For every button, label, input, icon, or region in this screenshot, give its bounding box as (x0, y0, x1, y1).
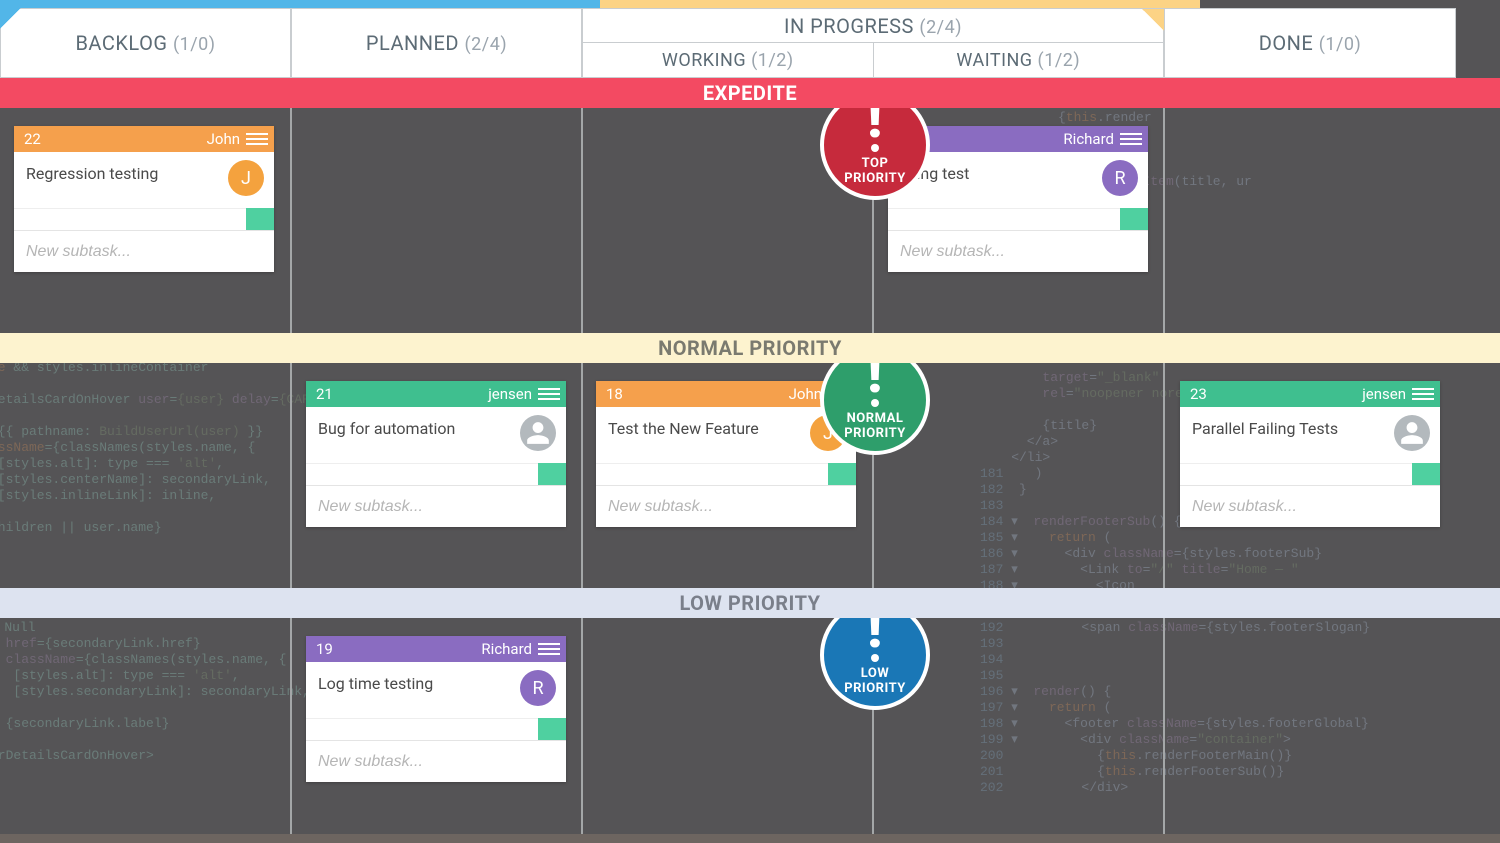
status-chip[interactable] (1120, 208, 1148, 230)
card-header[interactable]: 19 Richard (306, 636, 566, 662)
column-count: (1/2) (1038, 50, 1081, 71)
card-subtask[interactable] (14, 230, 274, 272)
column-working[interactable]: WORKING (1/2) (583, 43, 873, 77)
new-subtask-input[interactable] (14, 243, 274, 261)
card-subtask[interactable] (306, 485, 566, 527)
card-title: Bug for automation (318, 419, 455, 438)
swimlane-low: ! LOW PRIORITY 19 Richard Log time testi… (0, 618, 1500, 843)
card-19[interactable]: 19 Richard Log time testing R (306, 636, 566, 782)
card-assignee: John (207, 130, 240, 148)
card-body[interactable]: Parallel Failing Tests (1180, 407, 1440, 463)
card-title: Log time testing (318, 674, 433, 693)
card-footer (888, 208, 1148, 230)
card-subtask[interactable] (306, 740, 566, 782)
swimlane-low-label[interactable]: LOW PRIORITY (0, 588, 1500, 618)
new-subtask-input[interactable] (888, 243, 1148, 261)
new-subtask-input[interactable] (596, 498, 856, 516)
column-waiting[interactable]: WAITING (1/2) (873, 43, 1164, 77)
fold-icon (0, 8, 21, 30)
status-chip[interactable] (538, 463, 566, 485)
avatar[interactable]: R (520, 670, 556, 706)
status-chip[interactable] (1412, 463, 1440, 485)
card-id: 19 (316, 640, 333, 658)
hamburger-icon[interactable] (538, 639, 560, 659)
card-body[interactable]: Bug for automation (306, 407, 566, 463)
card-id: 21 (316, 385, 333, 403)
card-assignee: John (789, 385, 822, 403)
new-subtask-input[interactable] (306, 753, 566, 771)
card-header[interactable]: 18 John (596, 381, 856, 407)
column-label: IN PROGRESS (784, 14, 914, 38)
status-chip[interactable] (538, 718, 566, 740)
dot-icon (871, 399, 879, 407)
dot-icon (871, 144, 879, 152)
card-footer (306, 718, 566, 740)
hamburger-icon[interactable] (538, 384, 560, 404)
swimlane-expedite: ! TOP PRIORITY 22 John Regression testin… (0, 108, 1500, 333)
column-inprogress-group[interactable]: IN PROGRESS (2/4) WORKING (1/2) WAITING … (582, 8, 1164, 78)
column-label: WAITING (956, 50, 1032, 71)
card-18[interactable]: 18 John Test the New Feature J (596, 381, 856, 527)
card-assignee: jensen (488, 385, 532, 403)
avatar[interactable]: J (228, 160, 264, 196)
card-subtask[interactable] (596, 485, 856, 527)
swimlane-expedite-label[interactable]: EXPEDITE (0, 78, 1500, 108)
column-backlog[interactable]: BACKLOG (1/0) (0, 8, 291, 78)
column-label: BACKLOG (75, 31, 167, 55)
column-count: (1/0) (173, 34, 216, 55)
avatar[interactable] (520, 415, 556, 451)
card-23[interactable]: 23 jensen Parallel Failing Tests (1180, 381, 1440, 527)
card-id: 22 (24, 130, 41, 148)
status-chip[interactable] (246, 208, 274, 230)
card-assignee: Richard (1063, 130, 1114, 148)
card-assignee: Richard (481, 640, 532, 658)
card-header[interactable]: 21 jensen (306, 381, 566, 407)
column-label: DONE (1259, 31, 1314, 55)
card-footer (596, 463, 856, 485)
column-count: (1/0) (1319, 34, 1362, 55)
column-count: (1/2) (751, 50, 794, 71)
status-chip[interactable] (828, 463, 856, 485)
column-label: WORKING (662, 50, 746, 71)
avatar[interactable]: R (1102, 160, 1138, 196)
swimlane-normal: ! NORMAL PRIORITY 21 jensen Bug for auto… (0, 363, 1500, 588)
card-body[interactable]: Regression testing J (14, 152, 274, 208)
swimlane-normal-label[interactable]: NORMAL PRIORITY (0, 333, 1500, 363)
new-subtask-input[interactable] (1180, 498, 1440, 516)
card-title: Regression testing (26, 164, 158, 183)
card-id: 23 (1190, 385, 1207, 403)
column-done[interactable]: DONE (1/0) (1164, 8, 1456, 78)
column-planned[interactable]: PLANNED (2/4) (291, 8, 582, 78)
column-label: PLANNED (366, 31, 459, 55)
card-body[interactable]: Test the New Feature J (596, 407, 856, 463)
column-count: (2/4) (919, 17, 962, 38)
dot-icon (871, 654, 879, 662)
card-21[interactable]: 21 jensen Bug for automation (306, 381, 566, 527)
card-footer (1180, 463, 1440, 485)
new-subtask-input[interactable] (306, 498, 566, 516)
avatar[interactable] (1394, 415, 1430, 451)
card-subtask[interactable] (888, 230, 1148, 272)
card-22[interactable]: 22 John Regression testing J (14, 126, 274, 272)
person-icon (1399, 420, 1425, 446)
hamburger-icon[interactable] (1120, 129, 1142, 149)
card-footer (306, 463, 566, 485)
top-color-strip (0, 0, 1500, 8)
card-title: Test the New Feature (608, 419, 759, 438)
card-title: Parallel Failing Tests (1192, 419, 1338, 438)
card-id: 18 (606, 385, 623, 403)
card-subtask[interactable] (1180, 485, 1440, 527)
person-icon (525, 420, 551, 446)
fold-icon (1142, 9, 1164, 31)
column-headers: BACKLOG (1/0) PLANNED (2/4) IN PROGRESS … (0, 8, 1500, 78)
card-footer (14, 208, 274, 230)
hamburger-icon[interactable] (246, 129, 268, 149)
card-header[interactable]: 23 jensen (1180, 381, 1440, 407)
hamburger-icon[interactable] (1412, 384, 1434, 404)
column-count: (2/4) (465, 34, 508, 55)
card-header[interactable]: 22 John (14, 126, 274, 152)
card-assignee: jensen (1362, 385, 1406, 403)
kanban-board: EXPEDITE ! TOP PRIORITY 22 John Regressi… (0, 78, 1500, 834)
card-body[interactable]: Log time testing R (306, 662, 566, 718)
